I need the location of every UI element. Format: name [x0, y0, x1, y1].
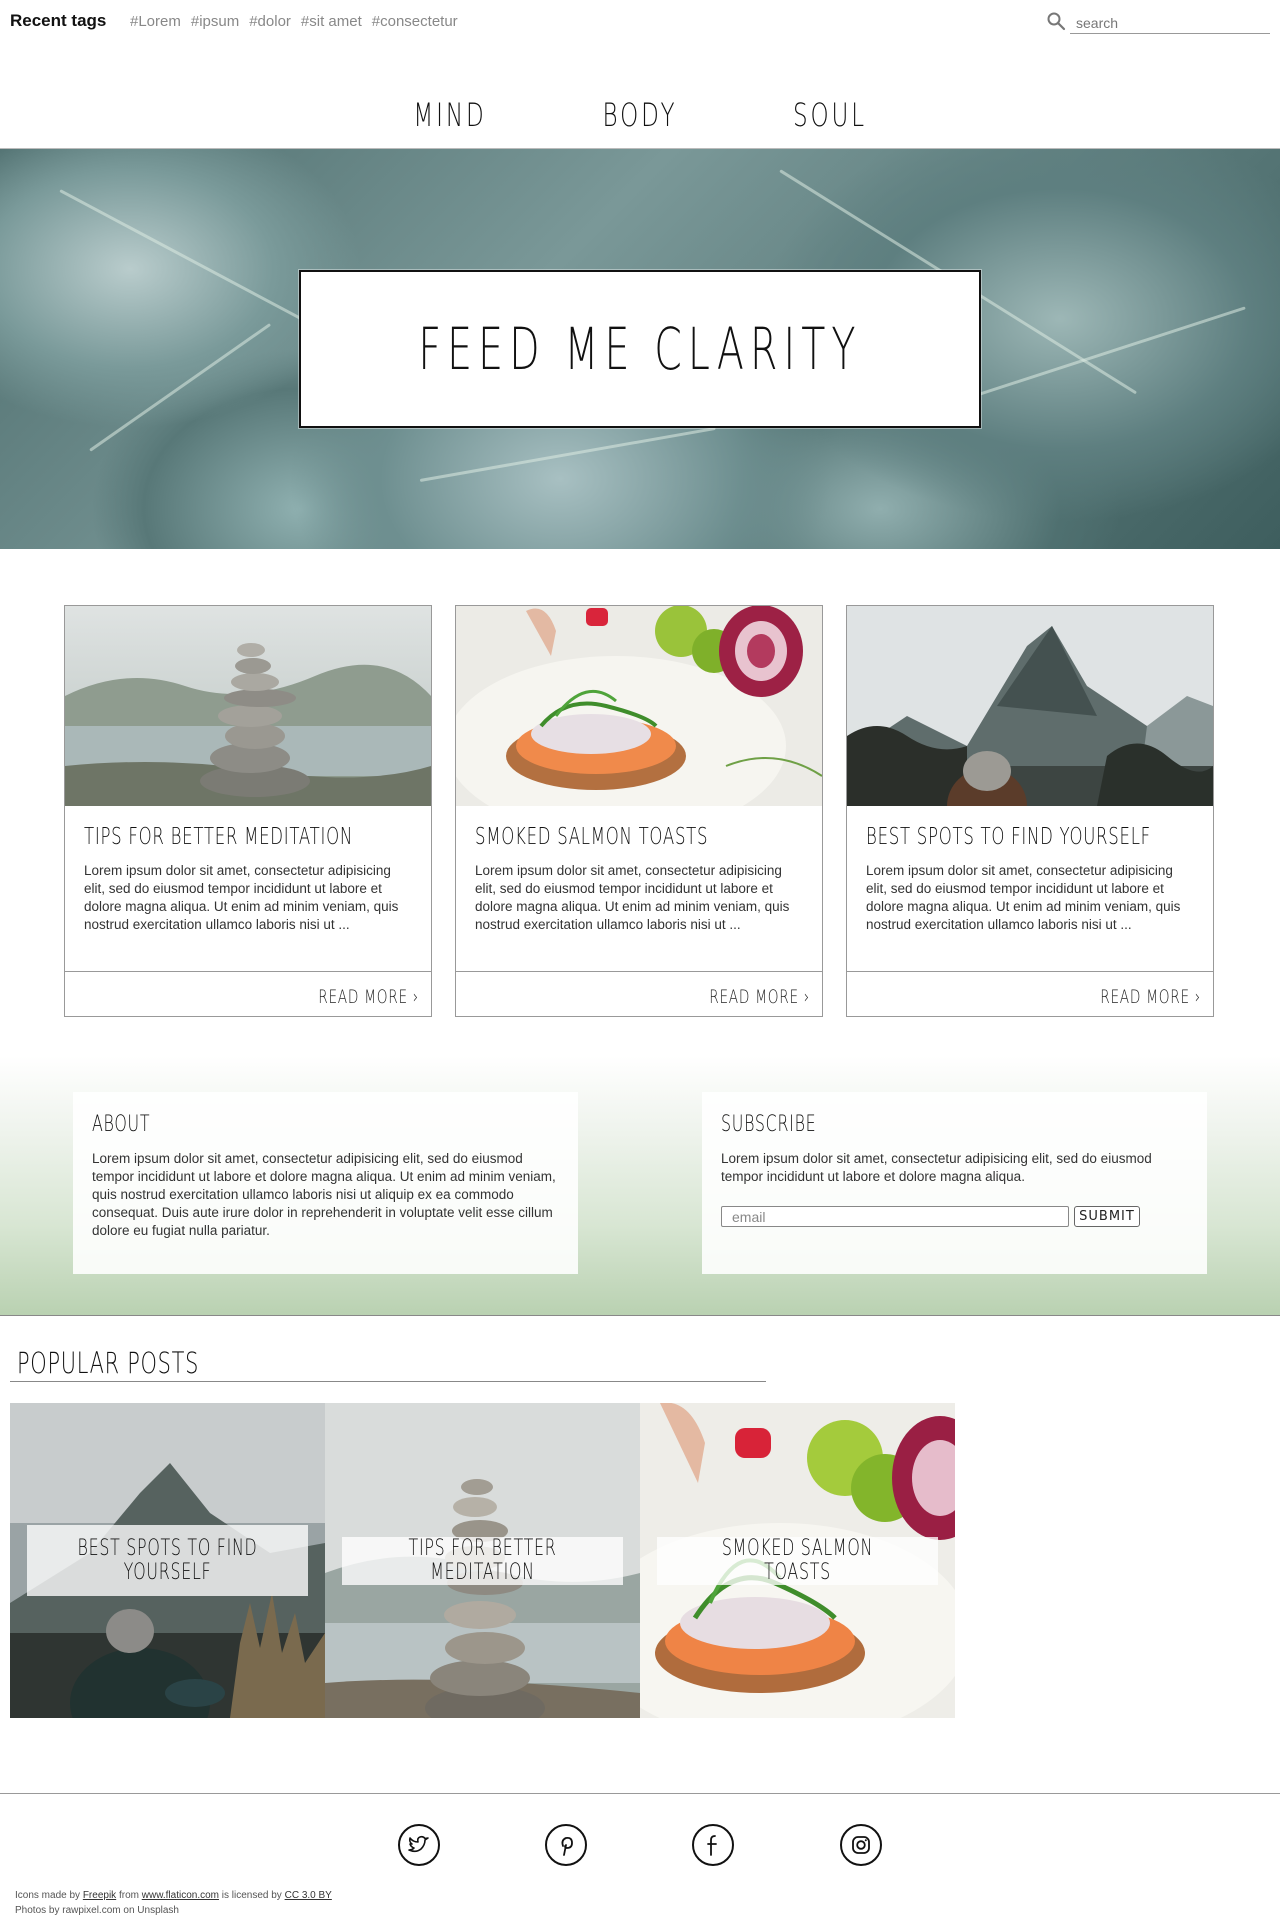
card-image-spots[interactable] — [847, 606, 1213, 806]
about-text: Lorem ipsum dolor sit amet, consectetur … — [92, 1151, 556, 1238]
pinterest-icon — [561, 1836, 573, 1856]
popular-posts-title: POPULAR POSTS — [17, 1346, 200, 1380]
subscribe-title: SUBSCRIBE — [721, 1112, 817, 1137]
leaf-vein — [419, 426, 716, 482]
subscribe-text: Lorem ipsum dolor sit amet, consectetur … — [721, 1151, 1152, 1184]
card-excerpt: Lorem ipsum dolor sit amet, consectetur … — [866, 863, 1181, 932]
popular-post-label: SMOKED SALMON TOASTS — [657, 1537, 938, 1585]
about-panel: ABOUT Lorem ipsum dolor sit amet, consec… — [73, 1092, 578, 1274]
search-box — [1046, 10, 1270, 34]
tag-link[interactable]: #Lorem — [130, 13, 181, 30]
card-excerpt: Lorem ipsum dolor sit amet, consectetur … — [84, 863, 399, 932]
credits-text: from — [118, 1890, 139, 1901]
instagram-icon — [852, 1836, 870, 1854]
email-field[interactable] — [721, 1206, 1069, 1227]
popular-post-label: BEST SPOTS TO FIND YOURSELF — [27, 1525, 308, 1596]
post-card-salmon: SMOKED SALMON TOASTS Lorem ipsum dolor s… — [455, 605, 823, 1017]
popular-post-meditation[interactable]: TIPS FOR BETTER MEDITATION — [325, 1403, 640, 1718]
credits-text: Icons made by — [15, 1890, 81, 1901]
about-title: ABOUT — [92, 1112, 151, 1137]
photo-credits-line: Photos by rawpixel.com on Unsplash — [15, 1905, 179, 1916]
instagram-link[interactable] — [840, 1824, 882, 1866]
tag-link[interactable]: #consectetur — [372, 13, 458, 30]
card-image-salmon[interactable] — [456, 606, 822, 806]
main-nav: MIND BODY SOUL — [0, 96, 1280, 136]
post-card-spots: BEST SPOTS TO FIND YOURSELF Lorem ipsum … — [846, 605, 1214, 1017]
card-title: TIPS FOR BETTER MEDITATION — [84, 824, 353, 850]
nav-item-mind[interactable]: MIND — [382, 96, 519, 136]
tag-link[interactable]: #ipsum — [191, 13, 239, 30]
stone-cairn-image — [65, 606, 431, 806]
flaticon-link[interactable]: www.flaticon.com — [142, 1890, 219, 1901]
card-title: BEST SPOTS TO FIND YOURSELF — [866, 824, 1151, 850]
card-divider — [847, 971, 1213, 972]
search-input[interactable] — [1070, 12, 1270, 34]
post-card-meditation: TIPS FOR BETTER MEDITATION Lorem ipsum d… — [64, 605, 432, 1017]
top-bar: Recent tags #Lorem #ipsum #dolor #sit am… — [0, 0, 1280, 44]
read-more-link[interactable]: READ MORE › — [709, 986, 810, 1008]
mountain-image — [847, 606, 1213, 806]
card-divider — [456, 971, 822, 972]
popular-post-title: BEST SPOTS TO FIND YOURSELF — [77, 1535, 258, 1585]
featured-posts: TIPS FOR BETTER MEDITATION Lorem ipsum d… — [64, 605, 1216, 1017]
popular-post-title: SMOKED SALMON TOASTS — [721, 1536, 874, 1585]
credits-text: is licensed by — [221, 1890, 282, 1901]
read-more-link[interactable]: READ MORE › — [318, 986, 419, 1008]
nav-item-soul[interactable]: SOUL — [762, 96, 899, 136]
license-link[interactable]: CC 3.0 BY — [285, 1890, 332, 1901]
tag-list: #Lorem #ipsum #dolor #sit amet #consecte… — [130, 13, 458, 30]
nav-item-body[interactable]: BODY — [572, 96, 709, 136]
salmon-toast-image — [456, 606, 822, 806]
card-divider — [65, 971, 431, 972]
leaf-vein — [959, 306, 1246, 402]
icon-credits-line: Icons made by Freepik from www.flaticon.… — [15, 1888, 332, 1903]
freepik-link[interactable]: Freepik — [83, 1890, 116, 1901]
hero-banner: FEED ME CLARITY — [0, 149, 1280, 549]
tag-link[interactable]: #dolor — [249, 13, 291, 30]
pinterest-link[interactable] — [545, 1824, 587, 1866]
search-icon[interactable] — [1046, 11, 1066, 31]
card-image-meditation[interactable] — [65, 606, 431, 806]
read-more-link[interactable]: READ MORE › — [1100, 986, 1201, 1008]
footer-divider — [0, 1793, 1280, 1794]
tag-link[interactable]: #sit amet — [301, 13, 362, 30]
hero-title-box: FEED ME CLARITY — [299, 270, 981, 428]
popular-divider — [10, 1381, 766, 1382]
footer-credits: Icons made by Freepik from www.flaticon.… — [15, 1888, 332, 1918]
leaf-vein — [89, 323, 272, 452]
popular-post-salmon[interactable]: SMOKED SALMON TOASTS — [640, 1403, 955, 1718]
popular-post-title: TIPS FOR BETTER MEDITATION — [408, 1536, 557, 1585]
card-title: SMOKED SALMON TOASTS — [475, 824, 709, 850]
facebook-link[interactable] — [692, 1824, 734, 1866]
band-divider — [0, 1315, 1280, 1316]
facebook-icon — [707, 1835, 717, 1856]
info-band: ABOUT Lorem ipsum dolor sit amet, consec… — [0, 1056, 1280, 1316]
subscribe-panel: SUBSCRIBE Lorem ipsum dolor sit amet, co… — [702, 1092, 1207, 1274]
card-excerpt: Lorem ipsum dolor sit amet, consectetur … — [475, 863, 790, 932]
twitter-link[interactable] — [398, 1824, 440, 1866]
popular-post-spots[interactable]: BEST SPOTS TO FIND YOURSELF — [10, 1403, 325, 1718]
popular-post-label: TIPS FOR BETTER MEDITATION — [342, 1537, 623, 1585]
recent-tags-label: Recent tags — [10, 11, 107, 30]
submit-button[interactable]: SUBMIT — [1074, 1206, 1140, 1227]
hero-title: FEED ME CLARITY — [418, 315, 862, 383]
twitter-icon — [408, 1835, 429, 1853]
